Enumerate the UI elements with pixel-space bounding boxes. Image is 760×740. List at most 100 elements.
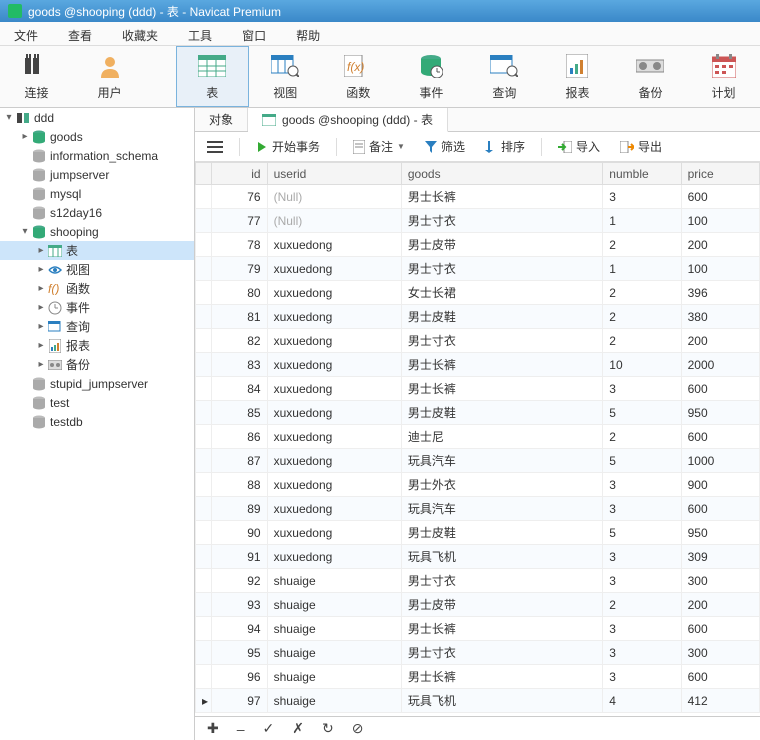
cell-numble[interactable]: 2 (603, 305, 681, 329)
cell-id[interactable]: 87 (211, 449, 267, 473)
tree-item-jumpserver[interactable]: jumpserver (0, 165, 194, 184)
tree-toggle-icon[interactable]: ▸ (36, 245, 46, 256)
tree-item-shooping[interactable]: ▾shooping (0, 222, 194, 241)
tab-objects[interactable]: 对象 (195, 108, 248, 131)
cell-userid[interactable]: xuxuedong (267, 233, 401, 257)
data-grid[interactable]: id userid goods numble price 76(Null)男士长… (195, 162, 760, 716)
col-header-goods[interactable]: goods (401, 163, 602, 185)
cell-numble[interactable]: 2 (603, 329, 681, 353)
cell-id[interactable]: 82 (211, 329, 267, 353)
tree-item-表[interactable]: ▸表 (0, 241, 194, 260)
table-row[interactable]: 84xuxuedong男士长裤3600 (196, 377, 760, 401)
cell-userid[interactable]: xuxuedong (267, 521, 401, 545)
import-button[interactable]: 导入 (554, 136, 604, 157)
cell-price[interactable]: 600 (681, 377, 759, 401)
refresh-button[interactable]: ↻ (318, 720, 338, 737)
tree-item-视图[interactable]: ▸视图 (0, 260, 194, 279)
toolbar-report-button[interactable]: 报表 (541, 46, 614, 107)
cell-price[interactable]: 600 (681, 617, 759, 641)
cell-price[interactable]: 396 (681, 281, 759, 305)
cell-goods[interactable]: 男士皮带 (401, 593, 602, 617)
cell-id[interactable]: 85 (211, 401, 267, 425)
table-row[interactable]: 82xuxuedong男士寸衣2200 (196, 329, 760, 353)
cell-goods[interactable]: 男士寸衣 (401, 257, 602, 281)
cell-price[interactable]: 100 (681, 209, 759, 233)
filter-button[interactable]: 筛选 (421, 136, 469, 157)
tree-toggle-icon[interactable]: ▸ (36, 302, 46, 313)
cell-numble[interactable]: 10 (603, 353, 681, 377)
cell-price[interactable]: 309 (681, 545, 759, 569)
cell-price[interactable]: 600 (681, 665, 759, 689)
cell-price[interactable]: 100 (681, 257, 759, 281)
cell-goods[interactable]: 男士寸衣 (401, 569, 602, 593)
cell-userid[interactable]: xuxuedong (267, 545, 401, 569)
tree-item-stupid_jumpserver[interactable]: stupid_jumpserver (0, 374, 194, 393)
cell-userid[interactable]: xuxuedong (267, 473, 401, 497)
cell-numble[interactable]: 3 (603, 473, 681, 497)
cell-userid[interactable]: xuxuedong (267, 497, 401, 521)
table-row[interactable]: 80xuxuedong女士长裙2396 (196, 281, 760, 305)
tree-toggle-icon[interactable]: ▸ (36, 283, 46, 294)
toolbar-plan-button[interactable]: 计划 (687, 46, 760, 107)
menu-view[interactable]: 查看 (54, 24, 106, 43)
cell-goods[interactable]: 男士寸衣 (401, 329, 602, 353)
cell-goods[interactable]: 男士皮鞋 (401, 401, 602, 425)
cell-goods[interactable]: 玩具汽车 (401, 449, 602, 473)
tree-item-testdb[interactable]: testdb (0, 412, 194, 431)
memo-button[interactable]: 备注 ▼ (349, 136, 409, 157)
commit-button[interactable]: ✓ (259, 720, 279, 737)
tree-toggle-icon[interactable]: ▸ (36, 359, 46, 370)
cell-price[interactable]: 2000 (681, 353, 759, 377)
cell-price[interactable]: 380 (681, 305, 759, 329)
toolbar-func-button[interactable]: f(x) 函数 (322, 46, 395, 107)
table-row[interactable]: ▸97shuaige玩具飞机4412 (196, 689, 760, 713)
cell-goods[interactable]: 男士长裤 (401, 617, 602, 641)
toolbar-connect-button[interactable]: 连接 (0, 46, 73, 107)
tree-toggle-icon[interactable]: ▾ (4, 112, 14, 123)
cell-goods[interactable]: 男士寸衣 (401, 641, 602, 665)
cell-id[interactable]: 96 (211, 665, 267, 689)
tree-toggle-icon[interactable]: ▸ (36, 321, 46, 332)
toolbar-query-button[interactable]: 查询 (468, 46, 541, 107)
cell-price[interactable]: 950 (681, 521, 759, 545)
table-row[interactable]: 83xuxuedong男士长裤102000 (196, 353, 760, 377)
cell-numble[interactable]: 1 (603, 209, 681, 233)
cell-goods[interactable]: 玩具汽车 (401, 497, 602, 521)
cell-numble[interactable]: 3 (603, 641, 681, 665)
cell-goods[interactable]: 女士长裙 (401, 281, 602, 305)
cell-id[interactable]: 88 (211, 473, 267, 497)
table-row[interactable]: 89xuxuedong玩具汽车3600 (196, 497, 760, 521)
cell-numble[interactable]: 5 (603, 521, 681, 545)
tree-item-报表[interactable]: ▸报表 (0, 336, 194, 355)
cell-price[interactable]: 1000 (681, 449, 759, 473)
cell-numble[interactable]: 2 (603, 233, 681, 257)
cell-userid[interactable]: shuaige (267, 593, 401, 617)
cell-numble[interactable]: 5 (603, 401, 681, 425)
tree-toggle-icon[interactable]: ▾ (20, 226, 30, 237)
cell-userid[interactable]: xuxuedong (267, 425, 401, 449)
cell-userid[interactable]: shuaige (267, 689, 401, 713)
cell-numble[interactable]: 5 (603, 449, 681, 473)
cell-userid[interactable]: xuxuedong (267, 401, 401, 425)
table-row[interactable]: 91xuxuedong玩具飞机3309 (196, 545, 760, 569)
tree-item-s12day16[interactable]: s12day16 (0, 203, 194, 222)
cell-id[interactable]: 95 (211, 641, 267, 665)
cell-id[interactable]: 83 (211, 353, 267, 377)
table-row[interactable]: 94shuaige男士长裤3600 (196, 617, 760, 641)
cell-price[interactable]: 600 (681, 185, 759, 209)
cell-price[interactable]: 200 (681, 593, 759, 617)
menu-help[interactable]: 帮助 (282, 24, 334, 43)
tree-item-goods[interactable]: ▸goods (0, 127, 194, 146)
cell-id[interactable]: 81 (211, 305, 267, 329)
cell-goods[interactable]: 男士长裤 (401, 377, 602, 401)
cell-id[interactable]: 86 (211, 425, 267, 449)
cell-userid[interactable]: shuaige (267, 569, 401, 593)
menu-file[interactable]: 文件 (0, 24, 52, 43)
cell-goods[interactable]: 男士寸衣 (401, 209, 602, 233)
table-row[interactable]: 90xuxuedong男士皮鞋5950 (196, 521, 760, 545)
tree-item-备份[interactable]: ▸备份 (0, 355, 194, 374)
cell-price[interactable]: 200 (681, 233, 759, 257)
sort-button[interactable]: 排序 (481, 136, 529, 157)
col-header-userid[interactable]: userid (267, 163, 401, 185)
cell-id[interactable]: 93 (211, 593, 267, 617)
